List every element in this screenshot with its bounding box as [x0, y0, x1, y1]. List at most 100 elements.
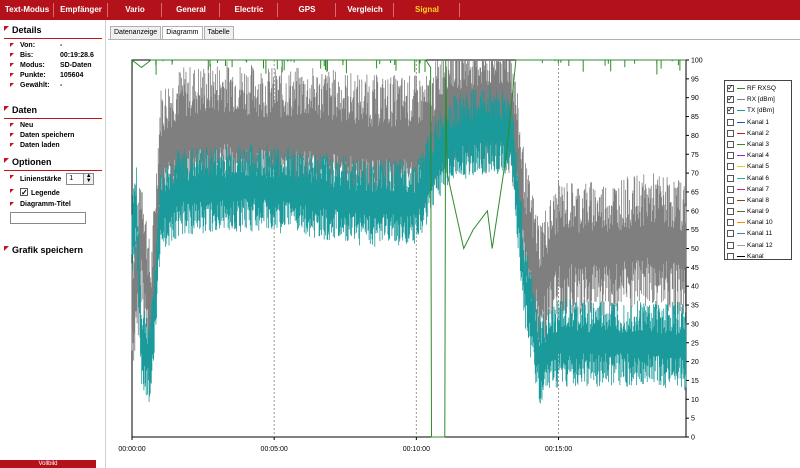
y-tick-label: 30 [691, 321, 699, 328]
legend-item[interactable]: Kanal 9 [725, 206, 791, 217]
x-tick-label: 00:00:00 [118, 446, 145, 453]
nav-tab-signal[interactable]: Signal [394, 0, 460, 20]
legend-label: RX [dBm] [747, 96, 775, 104]
details-row: Von: - [4, 41, 102, 51]
legend-swatch [737, 199, 745, 201]
legend-swatch [737, 244, 745, 246]
legend-swatch [737, 211, 745, 213]
subtab-tabelle[interactable]: Tabelle [203, 26, 234, 39]
details-key: Modus: [20, 62, 45, 69]
legend-label: RF RXSQ [747, 85, 776, 92]
legend-item[interactable]: Kanal 3 [725, 139, 791, 150]
nav-tab-gps[interactable]: GPS [278, 0, 336, 20]
legend-label: Kanal 11 [747, 230, 773, 238]
grafik-speichern-button[interactable]: Grafik speichern [4, 244, 83, 256]
legend-swatch [737, 255, 745, 257]
legend-checkbox[interactable] [727, 152, 734, 160]
legend-item[interactable]: Kanal 1 [725, 117, 791, 128]
daten-item-daten-speichern[interactable]: Daten speichern [4, 131, 102, 141]
legend-checkbox[interactable] [727, 219, 734, 227]
nav-tab-text-modus[interactable]: Text-Modus [0, 0, 54, 20]
legend-checkbox[interactable] [727, 241, 734, 249]
stepper-arrows-icon[interactable]: ▲ ▼ [83, 173, 94, 185]
legend-item[interactable]: Kanal 5 [725, 161, 791, 172]
legend-item[interactable]: TX [dBm] [725, 104, 791, 116]
details-section: Details Von: - Bis: 00:19:28.6 Modus: SD-Date… [4, 24, 102, 91]
legend-item[interactable]: Kanal 11 [725, 228, 791, 239]
details-title: Details [4, 24, 102, 36]
legend-label: Kanal 3 [747, 140, 770, 148]
nav-tab-general[interactable]: General [162, 0, 220, 20]
legend-swatch [737, 143, 745, 145]
legend-checkbox[interactable] [727, 163, 734, 171]
vollbild-button[interactable]: Vollbild [0, 460, 96, 468]
legend-checkbox[interactable] [727, 93, 734, 104]
details-value: - [60, 82, 63, 89]
legend-item[interactable]: Kanal 4 [725, 150, 791, 161]
linienstaerke-row: Linienstärke 1 ▲ ▼ [4, 173, 102, 187]
subtab-diagramm[interactable]: Diagramm [162, 26, 203, 40]
legend-checkbox[interactable] [727, 208, 734, 216]
nav-tab-vario[interactable]: Vario [108, 0, 162, 20]
legend-item[interactable]: Kanal 10 [725, 217, 791, 228]
y-tick-label: 20 [691, 359, 699, 366]
y-tick-label: 45 [691, 265, 699, 272]
legend-item[interactable]: RX [dBm] [725, 93, 791, 105]
legend-swatch [737, 99, 745, 101]
legend-swatch [737, 177, 745, 179]
legend-item[interactable]: Kanal 2 [725, 128, 791, 139]
details-row: Bis: 00:19:28.6 [4, 51, 102, 61]
legend-checkbox[interactable] [727, 174, 734, 182]
legend-checkbox[interactable] [727, 196, 734, 204]
daten-item-neu[interactable]: Neu [4, 121, 102, 131]
legende-checkbox[interactable] [20, 186, 28, 199]
legend-item[interactable]: Kanal 12 [725, 240, 791, 251]
nav-tab-empf-nger[interactable]: Empfänger [54, 0, 108, 20]
legend-item[interactable]: Kanal [725, 251, 791, 262]
legend-checkbox[interactable] [727, 129, 734, 137]
legend-label: Kanal 1 [747, 118, 770, 126]
y-tick-label: 55 [691, 227, 699, 234]
y-tick-label: 10 [691, 397, 699, 404]
legend-swatch [737, 121, 745, 123]
legend-item[interactable]: RF RXSQ [725, 82, 791, 94]
legend-item[interactable]: Kanal 6 [725, 173, 791, 184]
chart-legend: RF RXSQ RX [dBm] TX [dBm] Kanal 1 Kanal 2 Kan… [724, 80, 792, 260]
daten-section: Daten Neu Daten speichern Daten laden [4, 104, 102, 151]
y-tick-label: 15 [691, 378, 699, 385]
legend-checkbox[interactable] [727, 104, 734, 115]
y-tick-label: 50 [691, 246, 699, 253]
legend-label: Kanal 2 [747, 129, 770, 137]
left-panel: Details Von: - Bis: 00:19:28.6 Modus: SD-Date… [0, 20, 106, 468]
details-row: Modus: SD-Daten [4, 61, 102, 71]
nav-tab-vergleich[interactable]: Vergleich [336, 0, 394, 20]
diagramm-titel-input[interactable] [10, 212, 86, 224]
linienstaerke-value: 1 [69, 175, 74, 183]
daten-item-daten-laden[interactable]: Daten laden [4, 141, 102, 151]
nav-tab-electric[interactable]: Electric [220, 0, 278, 20]
legend-swatch [737, 110, 745, 112]
linienstaerke-stepper[interactable]: 1 ▲ ▼ [66, 173, 95, 186]
subtab-datenanzeige[interactable]: Datenanzeige [110, 26, 162, 39]
details-divider [4, 38, 102, 39]
signal-chart: 00:00:00 00:05:00 00:10:00 00:15:00 0 5 10 15 20… [108, 40, 800, 468]
y-tick-label: 100 [691, 58, 703, 65]
details-key: Punkte: [20, 72, 46, 79]
legende-row[interactable]: Legende [4, 186, 102, 200]
y-tick-label: 95 [691, 76, 699, 83]
legend-item[interactable]: Kanal 7 [725, 184, 791, 195]
legend-label: Kanal 9 [747, 208, 770, 216]
y-tick-label: 40 [691, 284, 699, 291]
legend-checkbox[interactable] [727, 82, 734, 93]
legend-checkbox[interactable] [727, 118, 734, 126]
legend-label: Kanal 12 [747, 241, 773, 249]
legend-checkbox[interactable] [727, 230, 734, 238]
diagramm-titel-label: Diagramm-Titel [20, 201, 71, 208]
legend-checkbox[interactable] [727, 252, 734, 260]
y-tick-label: 75 [691, 152, 699, 159]
legend-item[interactable]: Kanal 8 [725, 195, 791, 206]
daten-divider [4, 118, 102, 119]
legend-label: TX [dBm] [747, 107, 775, 115]
legend-checkbox[interactable] [727, 185, 734, 193]
legend-checkbox[interactable] [727, 140, 734, 148]
